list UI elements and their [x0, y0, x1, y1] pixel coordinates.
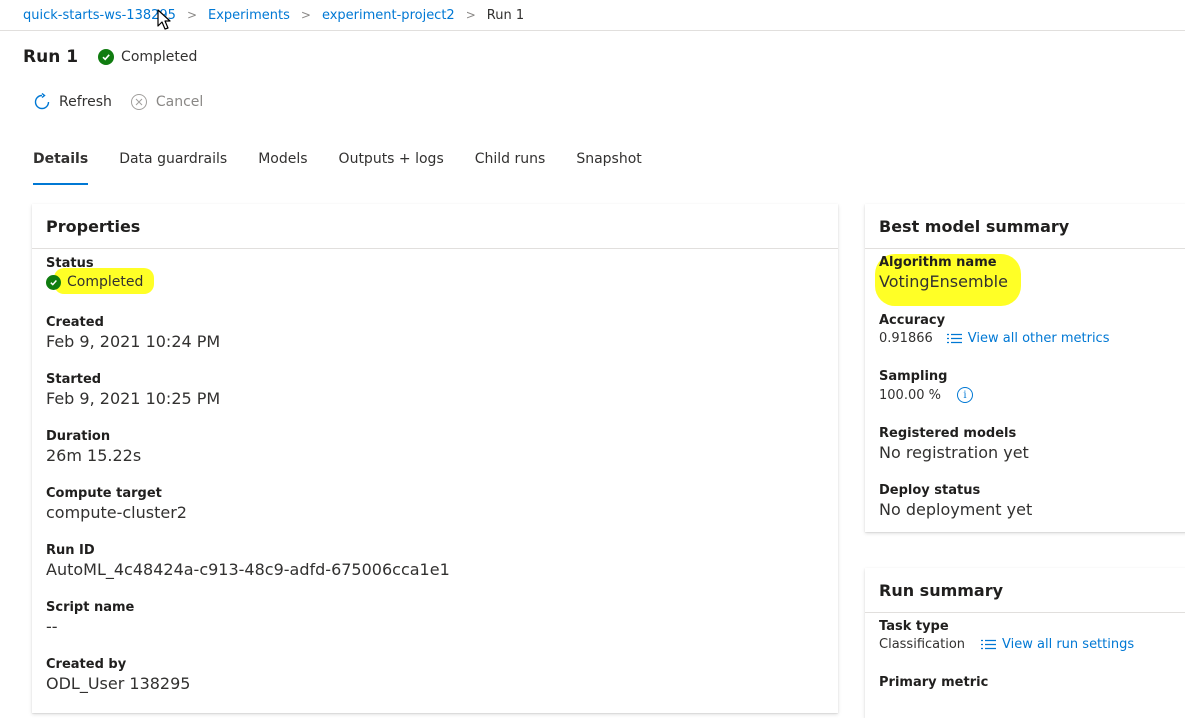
- compute-target-link[interactable]: compute-cluster2: [46, 503, 187, 522]
- breadcrumb: quick-starts-ws-138295 > Experiments > e…: [0, 0, 1185, 31]
- check-circle-icon: [98, 49, 115, 65]
- properties-title: Properties: [46, 217, 141, 236]
- chevron-right-icon: >: [465, 8, 476, 22]
- list-icon: [946, 333, 962, 344]
- breadcrumb-workspace[interactable]: quick-starts-ws-138295: [23, 8, 176, 23]
- primary-metric-field: Primary metric: [865, 675, 988, 690]
- algorithm-field: Algorithm name VotingEnsemble: [865, 255, 1008, 291]
- created-by-value: ODL_User 138295: [46, 674, 191, 693]
- view-all-metrics-link[interactable]: View all other metrics: [946, 331, 1110, 346]
- task-type-row: Classification View all run settings: [879, 637, 1134, 652]
- breadcrumb-experiments[interactable]: Experiments: [208, 8, 290, 23]
- status-field: Status Completed: [32, 256, 143, 290]
- tab-details[interactable]: Details: [33, 148, 89, 186]
- page-header: Run 1 Completed: [23, 44, 197, 70]
- run-id-value: AutoML_4c48424a-c913-48c9-adfd-675006cca…: [46, 560, 450, 579]
- sampling-value: 100.00 %: [879, 387, 941, 403]
- tab-child-runs[interactable]: Child runs: [475, 148, 546, 186]
- deploy-status-value: No deployment yet: [879, 500, 1033, 519]
- created-value: Feb 9, 2021 10:24 PM: [46, 332, 221, 351]
- algorithm-link[interactable]: VotingEnsemble: [879, 272, 1008, 291]
- sampling-field: Sampling 100.00 % i: [865, 369, 973, 403]
- view-all-metrics-label: View all other metrics: [967, 331, 1110, 346]
- sampling-row: 100.00 % i: [879, 387, 973, 403]
- started-label: Started: [46, 372, 102, 387]
- list-icon: [981, 639, 997, 650]
- info-icon[interactable]: i: [956, 387, 973, 403]
- tab-data-guardrails[interactable]: Data guardrails: [119, 148, 227, 186]
- cancel-label: Cancel: [155, 94, 204, 110]
- algorithm-label: Algorithm name: [879, 255, 997, 270]
- created-field: Created Feb 9, 2021 10:24 PM: [32, 315, 220, 351]
- refresh-button[interactable]: Refresh: [33, 93, 112, 111]
- properties-card: Properties Status Completed Created Feb …: [32, 204, 838, 713]
- created-by-field: Created by ODL_User 138295: [32, 657, 190, 693]
- best-model-title: Best model summary: [879, 217, 1070, 236]
- page-title: Run 1: [23, 47, 79, 67]
- script-name-field: Script name --: [32, 600, 134, 636]
- status-badge: Completed: [121, 49, 198, 65]
- tab-snapshot[interactable]: Snapshot: [576, 148, 641, 186]
- refresh-label: Refresh: [59, 94, 112, 110]
- toolbar: Refresh Cancel: [33, 90, 221, 114]
- sampling-label: Sampling: [879, 369, 948, 384]
- best-model-summary-card: Best model summary Algorithm name Voting…: [865, 204, 1185, 532]
- status-label: Status: [46, 256, 94, 271]
- duration-field: Duration 26m 15.22s: [32, 429, 141, 465]
- duration-label: Duration: [46, 429, 111, 444]
- accuracy-label: Accuracy: [879, 313, 946, 328]
- tab-models[interactable]: Models: [258, 148, 307, 186]
- script-name-label: Script name: [46, 600, 135, 615]
- registered-models-value: No registration yet: [879, 443, 1029, 462]
- deploy-status-label: Deploy status: [879, 483, 981, 498]
- created-by-label: Created by: [46, 657, 127, 672]
- view-all-run-settings-link[interactable]: View all run settings: [981, 637, 1134, 652]
- started-field: Started Feb 9, 2021 10:25 PM: [32, 372, 220, 408]
- registered-models-field: Registered models No registration yet: [865, 426, 1029, 462]
- status-value: Completed: [67, 274, 144, 290]
- status-value-row: Completed: [46, 274, 143, 290]
- mouse-cursor-icon: [157, 9, 171, 30]
- compute-target-field: Compute target compute-cluster2: [32, 486, 187, 522]
- chevron-right-icon: >: [186, 8, 197, 22]
- divider: [865, 612, 1185, 613]
- task-type-value: Classification: [879, 637, 966, 652]
- divider: [865, 248, 1185, 249]
- divider: [32, 248, 838, 249]
- breadcrumb-experiment[interactable]: experiment-project2: [322, 8, 455, 23]
- deploy-status-field: Deploy status No deployment yet: [865, 483, 1032, 519]
- script-name-value: --: [46, 617, 58, 636]
- primary-metric-label: Primary metric: [879, 675, 989, 690]
- cancel-button[interactable]: Cancel: [130, 93, 203, 111]
- breadcrumb-run: Run 1: [486, 7, 525, 23]
- task-type-label: Task type: [879, 619, 949, 634]
- duration-value: 26m 15.22s: [46, 446, 142, 465]
- chevron-right-icon: >: [300, 8, 311, 22]
- started-value: Feb 9, 2021 10:25 PM: [46, 389, 221, 408]
- run-id-label: Run ID: [46, 543, 95, 558]
- created-label: Created: [46, 315, 104, 330]
- accuracy-row: 0.91866 View all other metrics: [879, 331, 1109, 346]
- tab-bar: Details Data guardrails Models Outputs +…: [33, 148, 673, 186]
- registered-models-label: Registered models: [879, 426, 1017, 441]
- tab-outputs-logs[interactable]: Outputs + logs: [339, 148, 444, 186]
- refresh-icon: [34, 93, 50, 110]
- accuracy-value: 0.91866: [879, 331, 933, 346]
- run-id-field: Run ID AutoML_4c48424a-c913-48c9-adfd-67…: [32, 543, 450, 579]
- check-circle-icon: [46, 274, 61, 290]
- task-type-field: Task type Classification View all run se…: [865, 619, 1134, 652]
- cancel-circle-icon: [130, 94, 147, 110]
- run-summary-card: Run summary Task type Classification Vie…: [865, 568, 1185, 718]
- run-summary-title: Run summary: [879, 581, 1004, 600]
- view-all-run-settings-label: View all run settings: [1002, 637, 1135, 652]
- compute-target-label: Compute target: [46, 486, 162, 501]
- accuracy-field: Accuracy 0.91866 View all other metrics: [865, 313, 1109, 346]
